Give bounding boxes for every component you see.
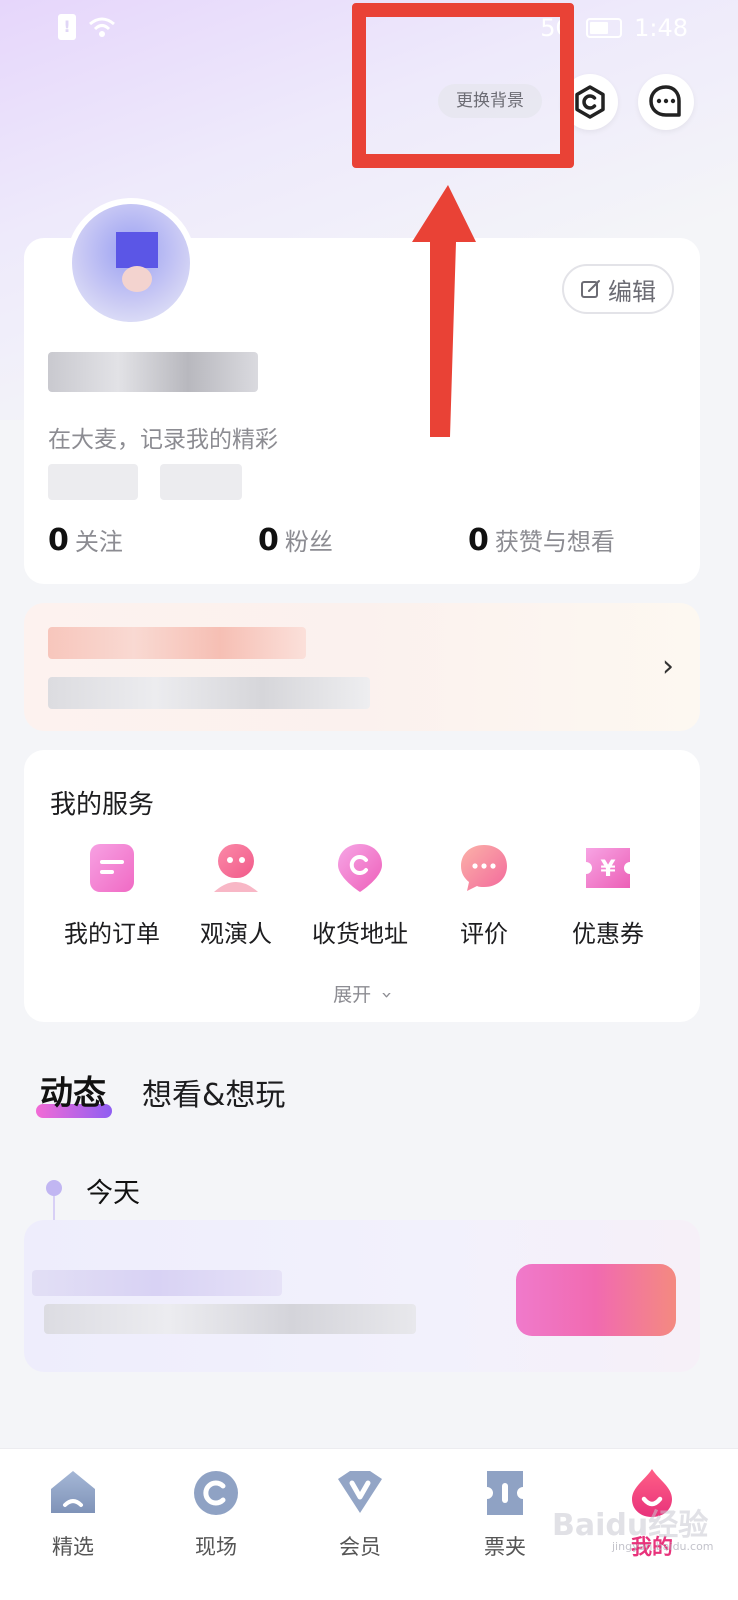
watermark-logo: Baidu经验: [552, 1508, 709, 1543]
watermark-url: jingyan.baidu.com: [612, 1540, 714, 1553]
annotation-arrow-icon: [412, 185, 476, 437]
